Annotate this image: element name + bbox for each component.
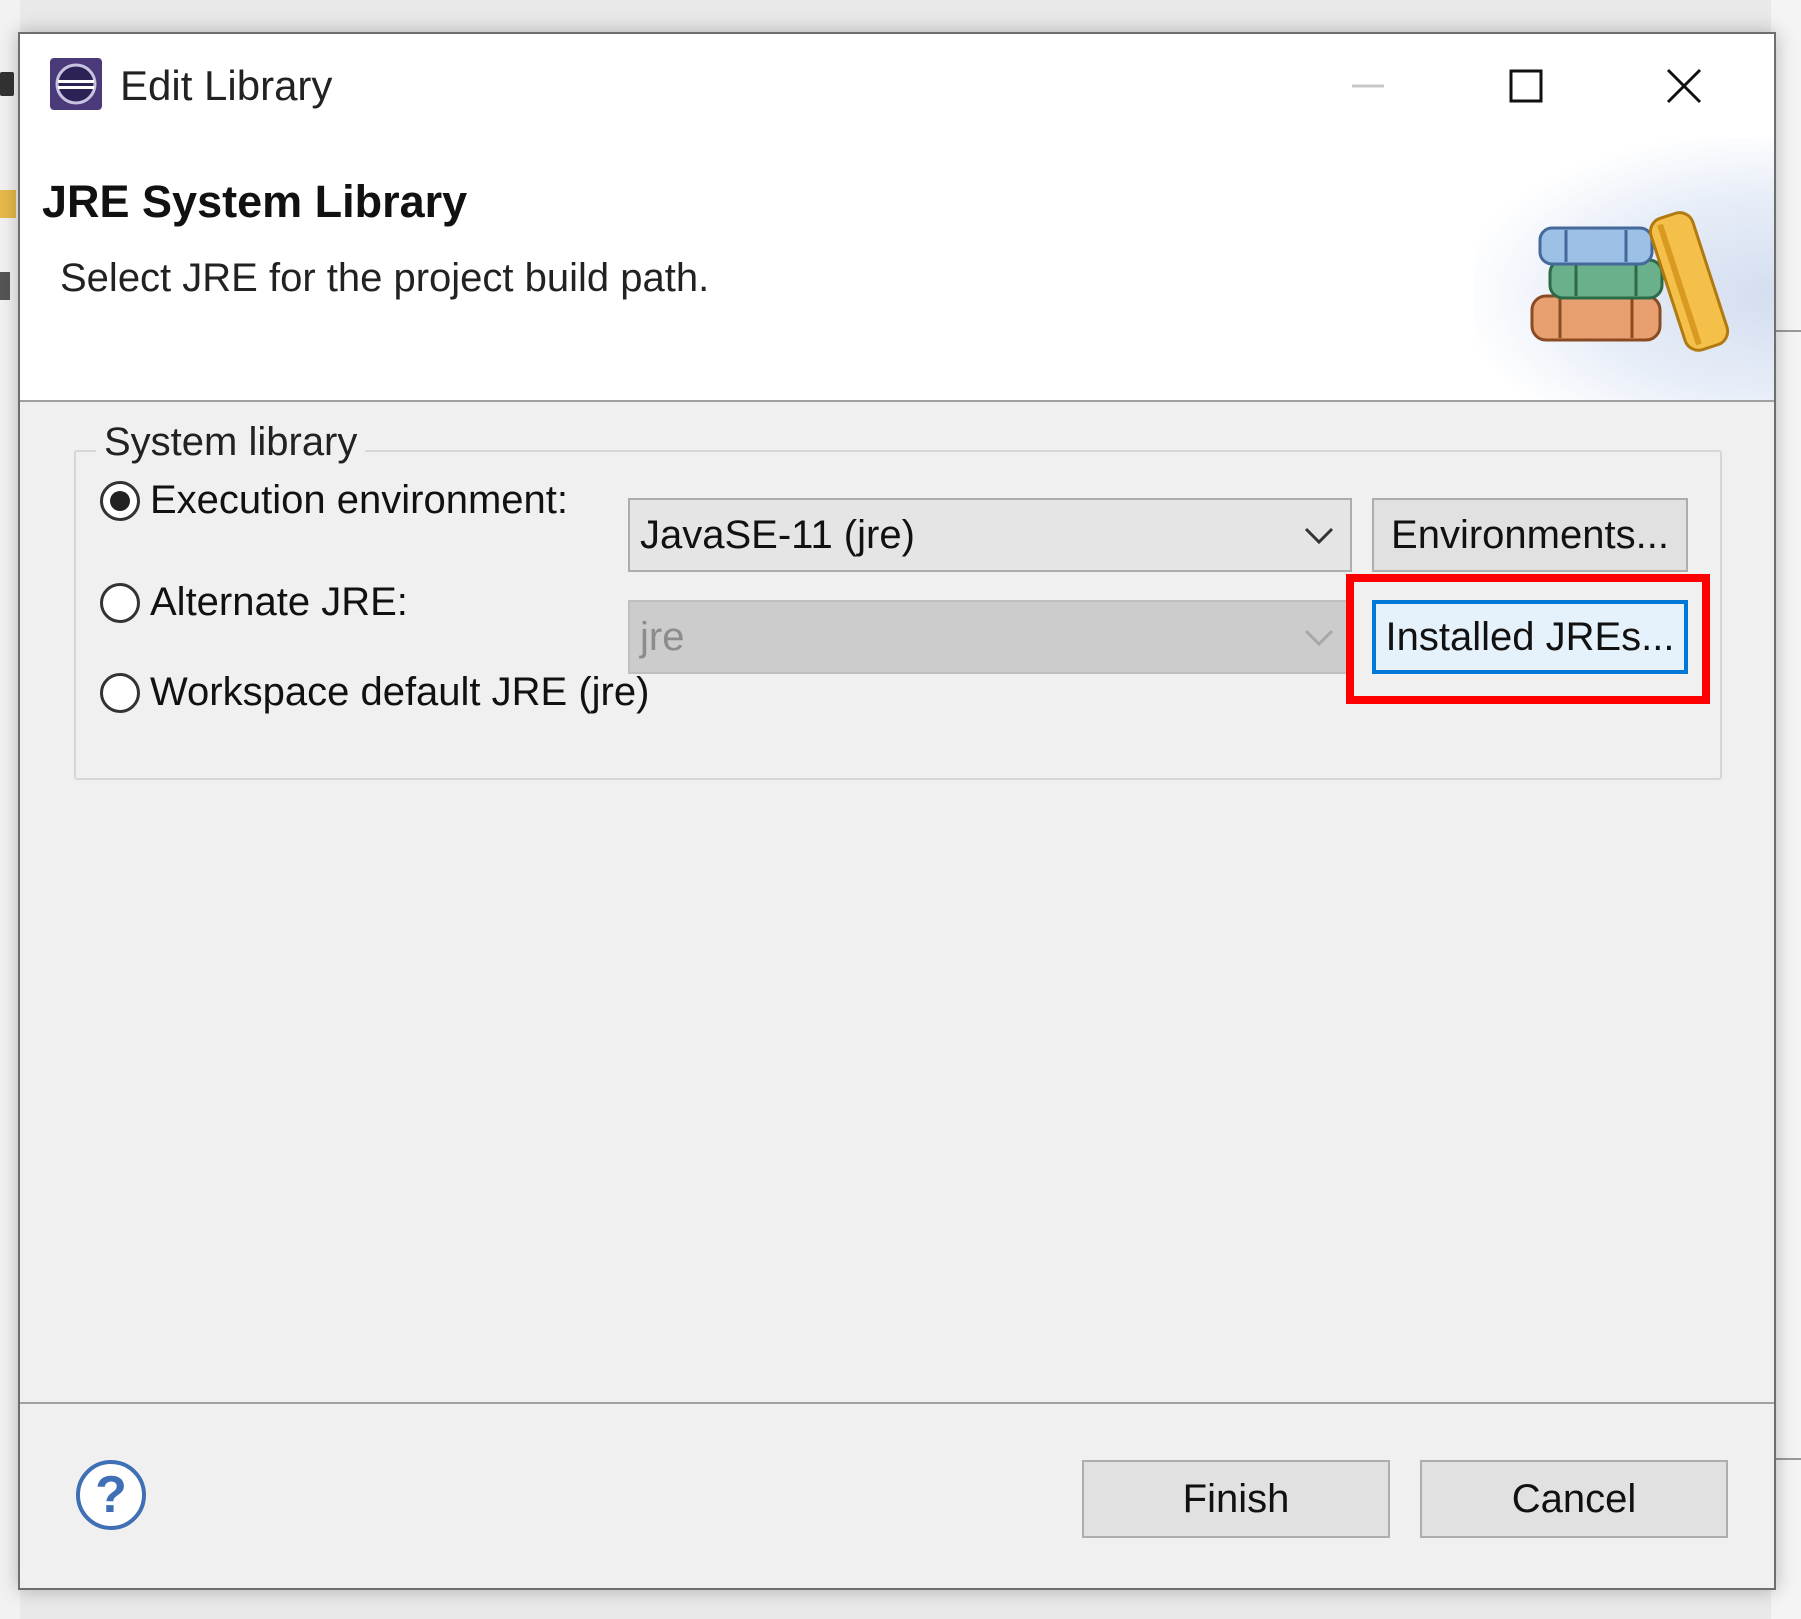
- workspace-default-label: Workspace default JRE (jre): [150, 670, 650, 714]
- chevron-down-icon: [1304, 527, 1334, 545]
- alternate-jre-select: jre: [628, 600, 1352, 674]
- cancel-button[interactable]: Cancel: [1420, 1460, 1728, 1538]
- page-title: JRE System Library: [42, 176, 468, 227]
- execution-environment-value: JavaSE-11 (jre): [640, 512, 915, 557]
- cancel-button-label: Cancel: [1511, 1476, 1637, 1521]
- maximize-button[interactable]: [1496, 56, 1556, 116]
- title-bar[interactable]: Edit Library: [20, 34, 1774, 138]
- radio-selected-dot: [110, 490, 130, 511]
- execution-environment-label: Execution environment:: [150, 478, 569, 522]
- close-button[interactable]: [1654, 56, 1714, 116]
- workspace-default-radio[interactable]: [100, 672, 140, 713]
- background-fragment: [0, 72, 14, 96]
- footer-separator: [20, 1402, 1774, 1404]
- alternate-jre-value: jre: [640, 614, 685, 659]
- alternate-jre-radio[interactable]: [100, 582, 140, 623]
- page-description: Select JRE for the project build path.: [60, 256, 710, 300]
- edit-library-dialog: Edit Library JRE System Library Select J…: [18, 32, 1776, 1590]
- execution-environment-option[interactable]: Execution environment:: [100, 478, 568, 523]
- close-icon: [1666, 68, 1702, 104]
- background-fragment: [0, 272, 10, 300]
- environments-button-label: Environments...: [1391, 512, 1669, 557]
- finish-button[interactable]: Finish: [1082, 1460, 1390, 1538]
- group-legend: System library: [96, 420, 366, 465]
- alternate-jre-label: Alternate JRE:: [150, 580, 408, 624]
- help-icon[interactable]: ?: [76, 1460, 146, 1530]
- alternate-jre-option[interactable]: Alternate JRE:: [100, 580, 408, 625]
- maximize-icon: [1509, 69, 1543, 103]
- library-books-icon: [1530, 211, 1730, 352]
- minimize-icon: [1352, 84, 1384, 88]
- chevron-down-icon: [1304, 629, 1334, 647]
- eclipse-icon: [50, 58, 102, 110]
- background-app-left: [0, 0, 20, 1619]
- environments-button[interactable]: Environments...: [1372, 498, 1688, 572]
- workspace-default-option[interactable]: Workspace default JRE (jre): [100, 670, 649, 715]
- minimize-button[interactable]: [1338, 56, 1398, 116]
- wizard-header: JRE System Library Select JRE for the pr…: [20, 138, 1774, 402]
- window-title: Edit Library: [120, 62, 333, 109]
- background-fragment: [0, 190, 16, 218]
- execution-environment-select[interactable]: JavaSE-11 (jre): [628, 498, 1352, 572]
- execution-environment-radio[interactable]: [100, 480, 140, 521]
- finish-button-label: Finish: [1182, 1476, 1290, 1521]
- highlight-box: [1346, 574, 1710, 704]
